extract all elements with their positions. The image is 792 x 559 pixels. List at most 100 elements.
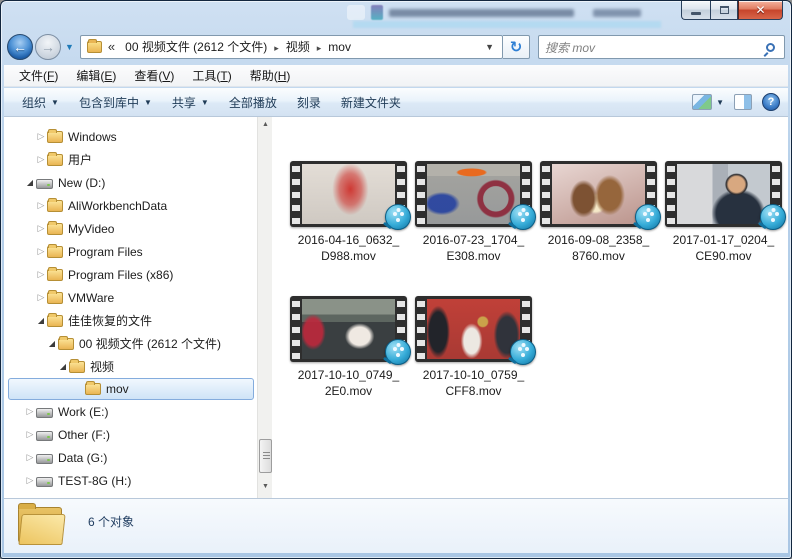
menu-item-e[interactable]: 编辑(E): [67, 65, 125, 86]
expand-collapsed-icon[interactable]: ▷: [35, 269, 47, 280]
video-thumbnail: [415, 161, 536, 230]
titlebar-ghost: [353, 21, 661, 28]
filmstrip-left: [292, 298, 300, 360]
toolbar-button-idx-5[interactable]: 新建文件夹: [331, 90, 411, 115]
tree-item-work-e[interactable]: ▷ Work (E:): [4, 400, 257, 423]
tree-item-program-files-x86[interactable]: ▷ Program Files (x86): [4, 263, 257, 286]
menu-item-h[interactable]: 帮助(H): [241, 65, 300, 86]
expand-collapsed-icon[interactable]: ▷: [35, 223, 47, 234]
expand-collapsed-icon[interactable]: ▷: [24, 452, 36, 463]
file-item-2016-04-16-0632-d988-mov[interactable]: 2016-04-16_0632_D988.mov: [286, 161, 411, 296]
tree-item-new-d[interactable]: ◢ New (D:): [4, 171, 257, 194]
expand-expanded-icon[interactable]: ◢: [35, 316, 47, 325]
back-arrow-icon: ←: [13, 39, 27, 55]
navigation-bar: ← → ▼ « 00 视频文件 (2612 个文件) ▸ 视频 ▸ mov ▼ ↻ 搜索…: [1, 29, 791, 65]
views-icon: [692, 94, 713, 110]
tree-item-data-g[interactable]: ▷ Data (G:): [4, 446, 257, 469]
expand-collapsed-icon[interactable]: ▷: [35, 246, 47, 257]
toolbar-button-idx-4[interactable]: 刻录: [287, 90, 331, 115]
expand-collapsed-icon[interactable]: ▷: [24, 406, 36, 417]
tree-item-idx-10[interactable]: ◢ 视频: [4, 355, 257, 378]
expand-collapsed-icon[interactable]: ▷: [35, 131, 47, 142]
drive-icon: [36, 430, 53, 441]
expand-expanded-icon[interactable]: ◢: [24, 178, 36, 187]
tree-scrollbar[interactable]: ▲ ▼: [257, 117, 272, 498]
scroll-up-icon[interactable]: ▲: [258, 117, 273, 132]
refresh-icon: ↻: [509, 39, 523, 56]
expand-collapsed-icon[interactable]: ▷: [35, 154, 47, 165]
tree-item-other-f[interactable]: ▷ Other (F:): [4, 423, 257, 446]
item-count-text: 6 个对象: [88, 515, 135, 529]
search-icon[interactable]: [766, 42, 775, 52]
chevron-down-icon: ▼: [143, 97, 152, 107]
change-view-button[interactable]: ▼: [692, 94, 724, 110]
file-item-2017-01-17-0204-ce90-mov[interactable]: 2017-01-17_0204_CE90.mov: [661, 161, 786, 296]
minimize-icon: [691, 12, 701, 15]
menu-item-t[interactable]: 工具(T): [183, 65, 240, 86]
breadcrumb-item-00-2612[interactable]: 00 视频文件 (2612 个文件): [121, 38, 271, 56]
breadcrumb-item-idx-1[interactable]: 视频: [282, 38, 314, 56]
expand-collapsed-icon[interactable]: ▷: [35, 292, 47, 303]
forward-button[interactable]: →: [35, 34, 61, 60]
thumbnail-image: [552, 164, 645, 224]
file-list-pane[interactable]: 2016-04-16_0632_D988.mov 2016-07-23_1704…: [272, 117, 788, 498]
preview-pane-button[interactable]: [734, 94, 752, 110]
video-thumbnail: [415, 296, 536, 365]
tree-item-00-2612[interactable]: ◢ 00 视频文件 (2612 个文件): [4, 332, 257, 355]
tree-item-vmware[interactable]: ▷ VMWare: [4, 286, 257, 309]
menu-item-v[interactable]: 查看(V): [125, 65, 183, 86]
toolbar-button-idx-0[interactable]: 组织 ▼: [12, 90, 69, 115]
expand-expanded-icon[interactable]: ◢: [57, 362, 69, 371]
scrollbar-thumb[interactable]: [259, 439, 272, 473]
expand-collapsed-icon[interactable]: ▷: [24, 429, 36, 440]
tree-item-program-files[interactable]: ▷ Program Files: [4, 240, 257, 263]
minimize-button[interactable]: [681, 1, 710, 20]
tree-item-idx-1[interactable]: ▷ 用户: [4, 148, 257, 171]
search-box[interactable]: 搜索 mov: [538, 35, 785, 59]
toolbar-button-idx-3[interactable]: 全部播放: [219, 90, 287, 115]
expand-expanded-icon[interactable]: ◢: [46, 339, 58, 348]
thumbnail-image: [302, 164, 395, 224]
filmstrip-left: [667, 163, 675, 225]
refresh-button[interactable]: ↻: [503, 35, 530, 59]
toolbar-button-idx-1[interactable]: 包含到库中 ▼: [69, 90, 162, 115]
file-item-2017-10-10-0759-cff8-mov[interactable]: 2017-10-10_0759_CFF8.mov: [411, 296, 536, 431]
folder-icon: [58, 335, 74, 350]
tree-item-windows[interactable]: ▷ Windows: [4, 125, 257, 148]
tree-item-idx-8[interactable]: ◢ 佳佳恢复的文件: [4, 309, 257, 332]
file-item-2017-10-10-0749-2e0-mov[interactable]: 2017-10-10_0749_2E0.mov: [286, 296, 411, 431]
restore-button[interactable]: [710, 1, 738, 20]
tree-item-aliworkbenchdata[interactable]: ▷ AliWorkbenchData: [4, 194, 257, 217]
close-button[interactable]: ✕: [738, 1, 783, 20]
help-button[interactable]: ?: [762, 93, 780, 111]
folder-icon: [47, 289, 63, 304]
tree-item-mov[interactable]: mov: [8, 378, 254, 400]
folder-icon: [85, 381, 101, 395]
tree-item-myvideo[interactable]: ▷ MyVideo: [4, 217, 257, 240]
scroll-down-icon[interactable]: ▼: [258, 479, 273, 494]
address-bar[interactable]: « 00 视频文件 (2612 个文件) ▸ 视频 ▸ mov ▼: [79, 35, 503, 59]
file-grid: 2016-04-16_0632_D988.mov 2016-07-23_1704…: [286, 161, 788, 431]
menu-item-f[interactable]: 文件(F): [10, 65, 67, 86]
chevron-down-icon: ▼: [200, 97, 209, 107]
titlebar-ghost: [371, 5, 383, 20]
expand-collapsed-icon[interactable]: ▷: [24, 475, 36, 486]
toolbar-button-idx-2[interactable]: 共享 ▼: [162, 90, 219, 115]
views-dropdown-caret[interactable]: ▼: [716, 98, 724, 107]
folder-icon: [47, 197, 63, 212]
file-item-2016-09-08-2358-8760-mov[interactable]: 2016-09-08_2358_8760.mov: [536, 161, 661, 296]
recent-pages-dropdown[interactable]: ▼: [65, 42, 74, 52]
title-bar[interactable]: [1, 1, 791, 29]
file-name: 2017-01-17_0204_CE90.mov: [672, 233, 775, 263]
back-button[interactable]: ←: [7, 34, 33, 60]
movie-reel-badge-icon: [635, 204, 661, 230]
file-item-2016-07-23-1704-e308-mov[interactable]: 2016-07-23_1704_E308.mov: [411, 161, 536, 296]
filmstrip-left: [542, 163, 550, 225]
breadcrumb-overflow-chevron[interactable]: «: [108, 39, 115, 54]
address-dropdown-caret[interactable]: ▼: [481, 42, 498, 52]
expand-collapsed-icon[interactable]: ▷: [35, 200, 47, 211]
breadcrumb-item-mov[interactable]: mov: [324, 38, 355, 56]
drive-icon: [36, 407, 53, 418]
close-icon: ✕: [755, 3, 766, 17]
tree-item-test-8g-h[interactable]: ▷ TEST-8G (H:): [4, 469, 257, 492]
